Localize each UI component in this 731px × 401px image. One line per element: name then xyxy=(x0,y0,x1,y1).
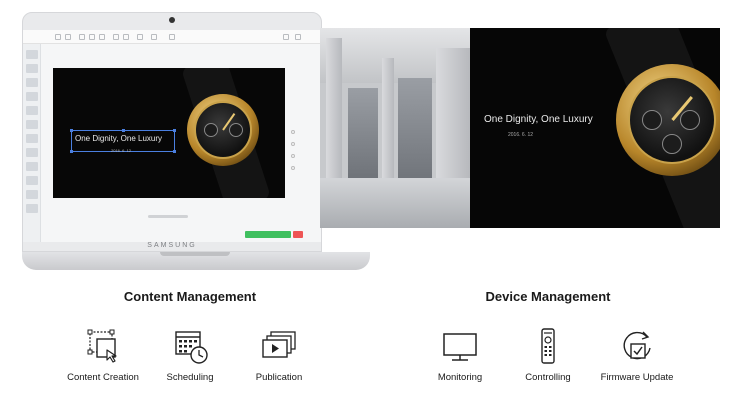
watch-subdial xyxy=(229,123,243,137)
resize-handle[interactable] xyxy=(70,150,73,153)
page-thumbnail[interactable] xyxy=(26,204,38,213)
page-thumbnail[interactable] xyxy=(26,176,38,185)
tool-dot-icon[interactable] xyxy=(291,130,295,134)
apply-button[interactable] xyxy=(245,231,291,238)
feature-firmware-update: Firmware Update xyxy=(592,326,682,383)
feature-label: Controlling xyxy=(525,372,571,383)
undo-icon[interactable] xyxy=(55,34,61,40)
watch-subdial xyxy=(204,123,218,137)
shop-window xyxy=(348,88,378,178)
feature-monitoring: Monitoring xyxy=(415,326,505,383)
tool-dot-icon[interactable] xyxy=(291,154,295,158)
editor-right-tools xyxy=(291,130,297,190)
page-thumbnail[interactable] xyxy=(26,78,38,87)
resize-handle[interactable] xyxy=(173,150,176,153)
tool-dot-icon[interactable] xyxy=(291,166,295,170)
preview-icon[interactable] xyxy=(169,34,175,40)
play-stack-icon xyxy=(262,331,296,358)
close-button[interactable] xyxy=(293,231,303,238)
editor-screen: One Dignity, One Luxury 2016. 6. 12 xyxy=(23,30,321,242)
page-navigator[interactable] xyxy=(148,215,188,218)
page-thumbnail-sidebar xyxy=(23,44,41,242)
page-thumbnail[interactable] xyxy=(26,50,38,59)
effect-tool-icon[interactable] xyxy=(137,34,143,40)
device-management-title: Device Management xyxy=(485,289,611,304)
editor-canvas[interactable]: One Dignity, One Luxury 2016. 6. 12 xyxy=(53,68,285,198)
page-thumbnail[interactable] xyxy=(26,92,38,101)
laptop-lid: One Dignity, One Luxury 2016. 6. 12 SAMS… xyxy=(22,12,322,252)
layer-tool-icon[interactable] xyxy=(123,34,129,40)
firmware-update-icon xyxy=(623,331,651,360)
page-thumbnail[interactable] xyxy=(26,106,38,115)
feature-label: Monitoring xyxy=(437,372,483,383)
page-thumbnail[interactable] xyxy=(26,162,38,171)
feature-label: Publication xyxy=(255,372,303,383)
zoom-icon[interactable] xyxy=(283,34,289,40)
digital-signage-display: One Dignity, One Luxury 2016. 6. 12 xyxy=(470,28,720,228)
resize-handle[interactable] xyxy=(122,129,125,132)
image-tool-icon[interactable] xyxy=(89,34,95,40)
shape-tool-icon[interactable] xyxy=(99,34,105,40)
save-icon[interactable] xyxy=(295,34,301,40)
watch-subdial xyxy=(662,134,682,154)
page-thumbnail[interactable] xyxy=(26,64,38,73)
canvas-headline-text[interactable]: One Dignity, One Luxury xyxy=(75,134,162,143)
canvas-date-text[interactable]: 2016. 6. 12 xyxy=(111,148,131,153)
editor-toolbar xyxy=(23,30,321,44)
resize-handle[interactable] xyxy=(70,129,73,132)
mall-column xyxy=(382,58,394,183)
feature-label: Content Creation xyxy=(67,372,139,383)
page-thumbnail[interactable] xyxy=(26,190,38,199)
content-management-title: Content Management xyxy=(123,289,257,304)
laptop-base xyxy=(22,252,370,270)
page-thumbnail[interactable] xyxy=(26,120,38,129)
calendar-clock-icon xyxy=(175,331,208,364)
watch-subdial xyxy=(642,110,662,130)
mall-column xyxy=(326,38,342,188)
text-tool-icon[interactable] xyxy=(79,34,85,40)
camera-dot xyxy=(169,17,175,23)
page-thumbnail[interactable] xyxy=(26,148,38,157)
feature-content-creation: Content Creation xyxy=(58,326,148,383)
signage-date-text: 2016. 6. 12 xyxy=(508,132,534,138)
remote-control-icon xyxy=(541,328,555,364)
align-tool-icon[interactable] xyxy=(113,34,119,40)
redo-icon[interactable] xyxy=(65,34,71,40)
settings-icon[interactable] xyxy=(151,34,157,40)
feature-scheduling: Scheduling xyxy=(145,326,235,383)
watch-subdial xyxy=(680,110,700,130)
tool-dot-icon[interactable] xyxy=(291,142,295,146)
monitor-icon xyxy=(443,333,477,361)
laptop-notch xyxy=(160,252,230,256)
content-creation-icon xyxy=(87,329,117,363)
feature-label: Firmware Update xyxy=(600,372,674,383)
shop-window xyxy=(398,78,432,183)
feature-label: Scheduling xyxy=(166,372,214,383)
signage-headline-text: One Dignity, One Luxury xyxy=(484,114,593,125)
feature-controlling: Controlling xyxy=(503,326,593,383)
feature-publication: Publication xyxy=(234,326,324,383)
laptop-brand-logo: SAMSUNG xyxy=(147,242,197,249)
store-signage-photo: One Dignity, One Luxury 2016. 6. 12 xyxy=(320,28,720,228)
page-thumbnail[interactable] xyxy=(26,134,38,143)
resize-handle[interactable] xyxy=(173,129,176,132)
